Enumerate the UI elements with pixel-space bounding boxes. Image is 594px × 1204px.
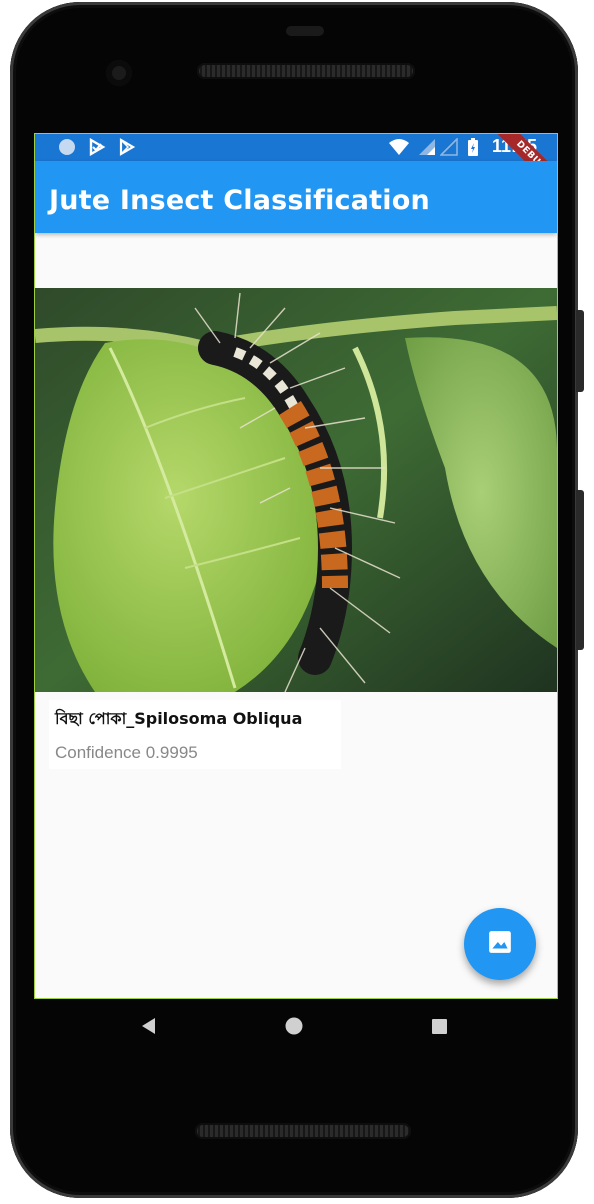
recents-button[interactable] (424, 1013, 454, 1043)
system-nav-bar (34, 997, 556, 1059)
insect-photo (35, 288, 557, 692)
prediction-label: বিছা পোকা_Spilosoma Obliqua (55, 709, 303, 728)
pick-image-button[interactable] (464, 908, 536, 980)
play-store-icon (117, 138, 137, 156)
prediction-result: বিছা পোকা_Spilosoma Obliqua Confidence 0… (49, 700, 341, 769)
volume-rocker[interactable] (576, 490, 584, 650)
wifi-icon (387, 138, 411, 156)
cell-signal-empty-icon (439, 138, 459, 156)
device-screen: 11:55 DEBUG Jute Insect Classification (34, 133, 558, 999)
home-icon (284, 1016, 304, 1040)
battery-charging-icon (465, 138, 481, 156)
recents-icon (431, 1018, 448, 1039)
play-protect-icon (87, 138, 107, 156)
cell-signal-icon (417, 138, 437, 156)
image-icon (487, 929, 513, 959)
back-icon (140, 1017, 158, 1039)
confidence-text: Confidence 0.9995 (55, 743, 198, 762)
top-microphone (286, 26, 324, 36)
main-content: বিছা পোকা_Spilosoma Obliqua Confidence 0… (35, 233, 557, 998)
earpiece-speaker (197, 63, 415, 79)
back-button[interactable] (134, 1013, 164, 1043)
power-button[interactable] (576, 310, 584, 392)
bottom-speaker (195, 1123, 411, 1139)
app-title: Jute Insect Classification (49, 185, 430, 216)
front-camera (106, 60, 132, 86)
app-bar: Jute Insect Classification (35, 161, 557, 233)
home-button[interactable] (279, 1013, 309, 1043)
circle-notification-icon (57, 138, 77, 156)
status-bar: 11:55 DEBUG (35, 134, 557, 196)
